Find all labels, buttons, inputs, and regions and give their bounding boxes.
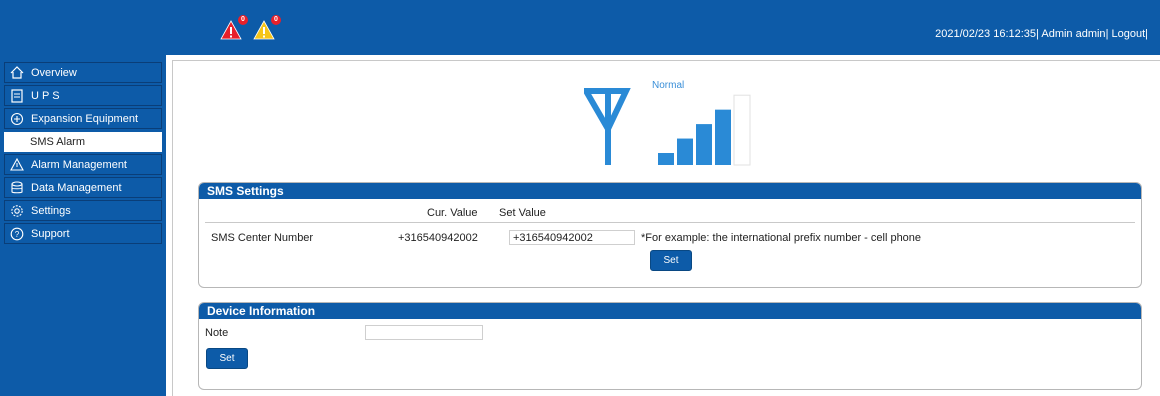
current-value-header: Cur. Value — [427, 207, 478, 219]
sidebar-item-label: U P S — [31, 89, 60, 102]
sidebar-item-label: Expansion Equipment — [31, 112, 139, 125]
svg-text:?: ? — [15, 230, 20, 239]
datetime: 2021/02/23 16:12:35 — [935, 28, 1037, 40]
help-icon: ? — [9, 227, 25, 241]
sms-center-number-hint: *For example: the international prefix n… — [641, 232, 922, 244]
gear-icon — [9, 204, 25, 218]
home-icon — [9, 66, 25, 80]
sms-center-number-current: +316540942002 — [398, 232, 478, 244]
sidebar-item-label: Overview — [31, 66, 77, 79]
sidebar-subitem-label: SMS Alarm — [30, 136, 86, 148]
critical-alarm-icon[interactable]: 0 — [220, 15, 248, 42]
sms-set-button[interactable]: Set — [650, 250, 692, 271]
warning-alarm-count: 0 — [271, 15, 281, 25]
sidebar-item-settings[interactable]: Settings — [4, 200, 162, 221]
expansion-icon — [9, 112, 25, 126]
sidebar-item-data-management[interactable]: Data Management — [4, 177, 162, 198]
sms-settings-panel: SMS Settings Cur. Value Set Value SMS Ce… — [198, 182, 1142, 288]
sidebar-item-ups[interactable]: U P S — [4, 85, 162, 106]
sidebar-subitem-sms-alarm[interactable]: SMS Alarm — [4, 132, 162, 152]
sidebar: Overview U P S Expansion Equipment SMS A… — [0, 55, 166, 396]
header-divider — [205, 222, 1135, 223]
signal-bar-1 — [658, 153, 674, 165]
sidebar-item-overview[interactable]: Overview — [4, 62, 162, 83]
signal-bar-3 — [696, 124, 712, 165]
warning-alarm-icon[interactable]: 0 — [253, 15, 281, 42]
top-bar: 0 0 2021/02/23 16:12:35| Admin admin| Lo… — [0, 0, 1160, 55]
device-information-panel: Device Information Note Set — [198, 302, 1142, 390]
sidebar-item-label: Settings — [31, 204, 71, 217]
signal-bar-5 — [733, 94, 751, 166]
signal-bar-2 — [677, 138, 693, 165]
antenna-icon — [580, 88, 631, 165]
user-name-link[interactable]: Admin admin — [1041, 28, 1105, 40]
signal-strength-indicator — [580, 79, 756, 167]
signal-status-label: Normal — [652, 80, 685, 91]
sidebar-item-support[interactable]: ? Support — [4, 223, 162, 244]
logout-link[interactable]: Logout — [1111, 28, 1145, 40]
signal-graphic — [580, 88, 751, 166]
ups-icon — [9, 88, 25, 103]
device-information-title: Device Information — [199, 303, 1141, 319]
sms-center-number-label: SMS Center Number — [211, 232, 314, 244]
sidebar-item-expansion-equipment[interactable]: Expansion Equipment — [4, 108, 162, 129]
user-info: 2021/02/23 16:12:35| Admin admin| Logout… — [935, 28, 1148, 40]
sms-center-number-input[interactable] — [509, 230, 635, 245]
alarm-icon — [9, 158, 25, 172]
device-set-button[interactable]: Set — [206, 348, 248, 369]
note-label: Note — [205, 327, 229, 339]
sidebar-item-label: Data Management — [31, 181, 122, 194]
database-icon — [9, 180, 25, 195]
signal-bar-4 — [715, 109, 731, 165]
critical-alarm-count: 0 — [238, 15, 248, 25]
sidebar-item-alarm-management[interactable]: Alarm Management — [4, 154, 162, 175]
sms-settings-title: SMS Settings — [199, 183, 1141, 199]
sidebar-item-label: Alarm Management — [31, 158, 127, 171]
set-value-header: Set Value — [499, 207, 546, 219]
sidebar-item-label: Support — [31, 227, 70, 240]
note-input[interactable] — [365, 325, 483, 340]
